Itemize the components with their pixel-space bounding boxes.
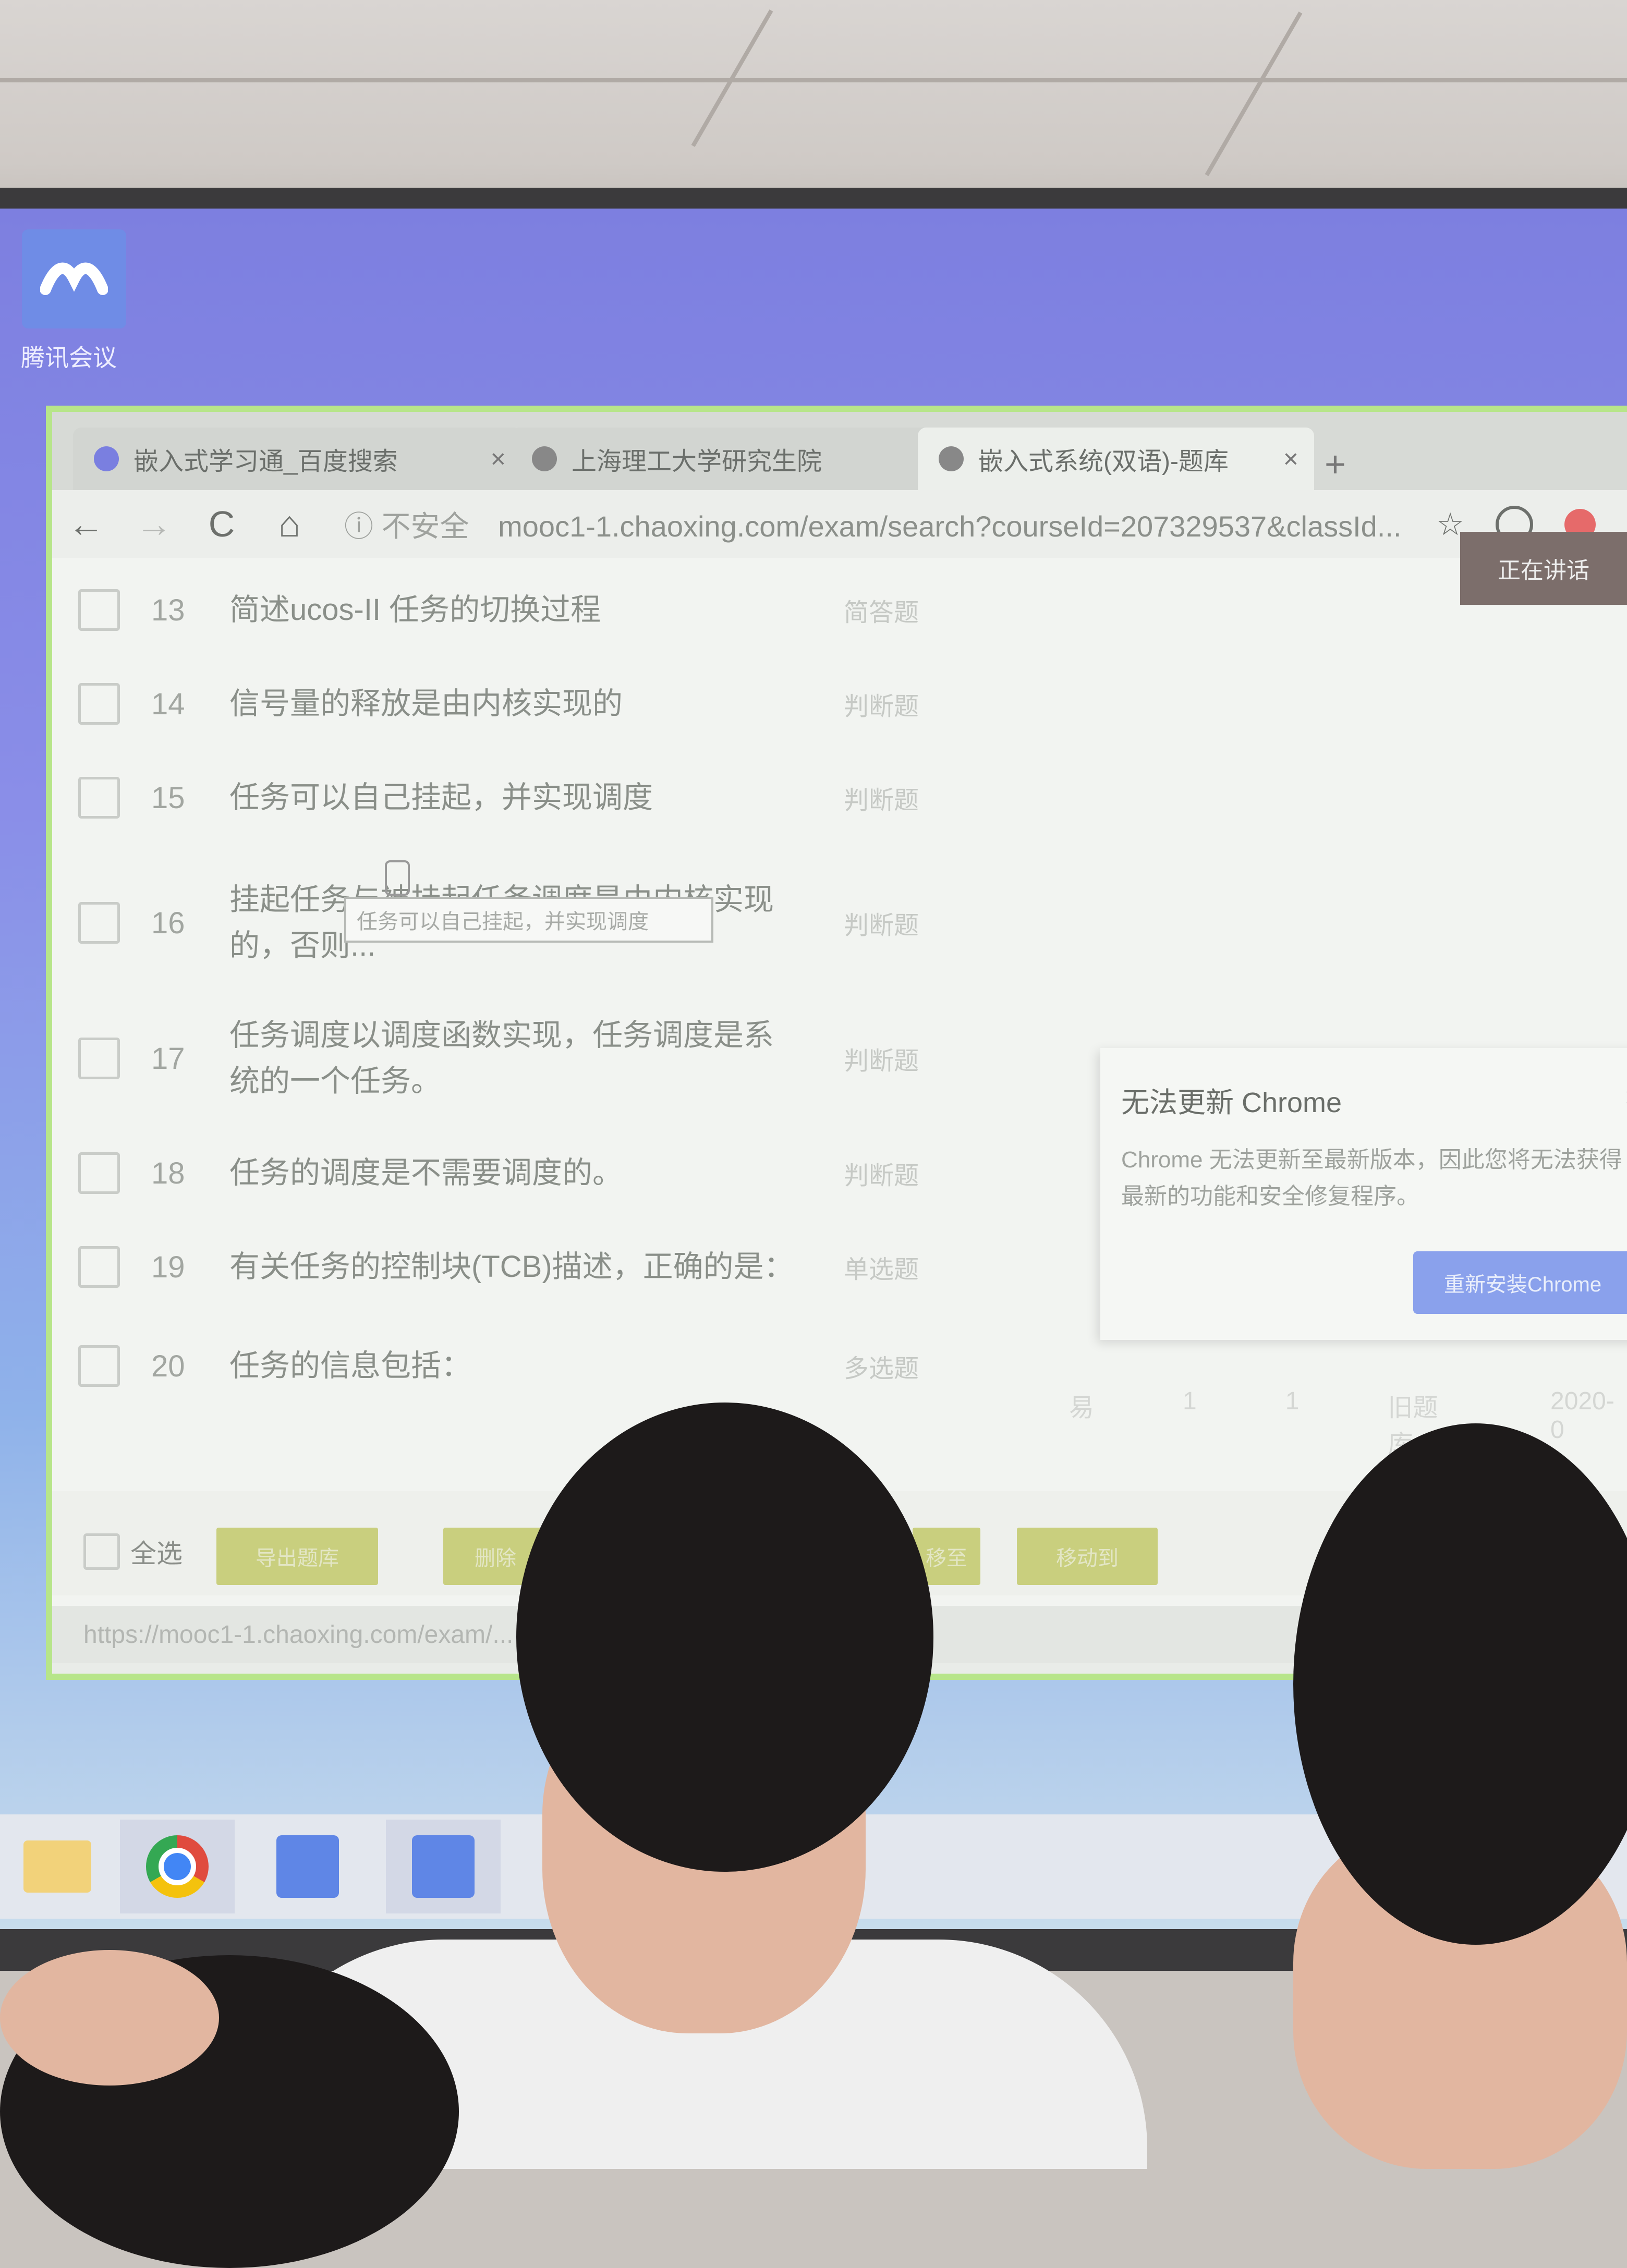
batch-move-button[interactable]: 移动到: [1017, 1528, 1158, 1585]
question-type: 单选题: [843, 1256, 919, 1284]
question-number: 19: [151, 1250, 185, 1284]
count-text: 1: [1285, 1387, 1300, 1415]
question-number: 20: [151, 1349, 185, 1383]
row-checkbox[interactable]: [78, 1345, 120, 1387]
tab-usst-graduate[interactable]: 上海理工大学研究生院 ×: [511, 428, 970, 490]
question-text[interactable]: 有关任务的控制块(TCB)描述，正确的是：: [229, 1244, 803, 1290]
list-app-icon: [276, 1835, 339, 1898]
globe-icon: [939, 446, 964, 471]
close-icon[interactable]: ×: [491, 444, 506, 474]
question-text[interactable]: 任务可以自己挂起，并实现调度: [229, 775, 803, 821]
select-all[interactable]: 全选: [83, 1533, 183, 1570]
taskbar-app[interactable]: [250, 1820, 365, 1913]
close-icon[interactable]: ×: [1283, 444, 1298, 474]
close-icon[interactable]: ×: [1624, 1079, 1627, 1115]
question-text[interactable]: 信号量的释放是由内核实现的: [229, 681, 803, 727]
question-text[interactable]: 任务调度以调度函数实现，任务调度是系统的一个任务。: [229, 1013, 803, 1104]
select-all-checkbox[interactable]: [83, 1533, 120, 1570]
question-row: 20 任务的信息包括： 多选题: [52, 1335, 1069, 1397]
chrome-icon: [146, 1835, 209, 1898]
tab-question-bank[interactable]: 嵌入式系统(双语)-题库 ×: [918, 428, 1314, 490]
taskbar-tencent-meeting[interactable]: [386, 1820, 501, 1913]
question-number: 15: [151, 781, 185, 815]
tab-title: 嵌入式系统(双语)-题库: [978, 448, 1229, 475]
row-checkbox[interactable]: [78, 683, 120, 725]
forward-button[interactable]: →: [120, 503, 188, 545]
taskbar-chrome[interactable]: [120, 1820, 235, 1913]
tencent-meeting-icon: [412, 1835, 475, 1898]
row-checkbox[interactable]: [78, 1152, 120, 1194]
chrome-update-popup: 无法更新 Chrome × Chrome 无法更新至最新版本，因此您将无法获得最…: [1100, 1048, 1627, 1340]
tooltip: 任务可以自己挂起，并实现调度: [344, 897, 713, 943]
insecure-label: ⓘ 不安全: [344, 509, 469, 543]
url-text: mooc1-1.chaoxing.com/exam/search?courseI…: [498, 509, 1402, 543]
question-text[interactable]: 简述ucos-II 任务的切换过程: [229, 587, 803, 633]
address-bar[interactable]: ⓘ 不安全 mooc1-1.chaoxing.com/exam/search?c…: [344, 503, 1401, 545]
question-type: 简答题: [843, 599, 919, 627]
question-type: 判断题: [843, 1047, 919, 1075]
row-checkbox[interactable]: [78, 1038, 120, 1079]
question-row: 13 简述ucos-II 任务的切换过程 简答题: [52, 579, 1069, 641]
question-number: 13: [151, 593, 185, 627]
question-type: 判断题: [843, 787, 919, 814]
question-row: 15 任务可以自己挂起，并实现调度 判断题: [52, 766, 1069, 829]
score-text: 1: [1183, 1387, 1197, 1415]
mouse-cursor: [385, 860, 410, 896]
popup-body: Chrome 无法更新至最新版本，因此您将无法获得最新的功能和安全修复程序。: [1121, 1147, 1622, 1209]
export-button[interactable]: 导出题库: [216, 1528, 378, 1585]
home-button[interactable]: ⌂: [256, 503, 323, 545]
row-checkbox[interactable]: [78, 589, 120, 631]
browser-toolbar: ← → C ⌂ ⓘ 不安全 mooc1-1.chaoxing.com/exam/…: [52, 490, 1627, 558]
ceiling-tile-line: [1205, 11, 1303, 176]
tab-title: 嵌入式学习通_百度搜索: [133, 448, 398, 475]
new-tab-button[interactable]: +: [1325, 443, 1346, 485]
row-checkbox[interactable]: [78, 1246, 120, 1288]
reload-button[interactable]: C: [188, 503, 256, 545]
date-text: 2020-0: [1550, 1387, 1614, 1444]
question-number: 17: [151, 1041, 185, 1076]
question-text[interactable]: 任务的信息包括：: [229, 1343, 803, 1389]
question-row: 19 有关任务的控制块(TCB)描述，正确的是： 单选题: [52, 1236, 1069, 1298]
tencent-meeting-icon[interactable]: [22, 229, 126, 328]
question-type: 判断题: [843, 912, 919, 940]
reinstall-chrome-button[interactable]: 重新安装Chrome: [1413, 1251, 1627, 1314]
select-all-label: 全选: [130, 1539, 183, 1568]
question-text[interactable]: 任务的调度是不需要调度的。: [229, 1150, 803, 1196]
question-row: 17 任务调度以调度函数实现，任务调度是系统的一个任务。 判断题: [52, 1006, 1069, 1111]
desktop-icon-label: 腾讯会议: [21, 344, 117, 371]
back-button[interactable]: ←: [52, 503, 120, 545]
question-type: 判断题: [843, 1162, 919, 1190]
popup-title: 无法更新 Chrome: [1121, 1087, 1342, 1118]
row-checkbox[interactable]: [78, 902, 120, 944]
baidu-paw-icon: [94, 446, 119, 471]
globe-icon: [532, 446, 557, 471]
speaking-badge: 正在讲话: [1460, 532, 1627, 605]
row-checkbox[interactable]: [78, 777, 120, 819]
tab-baidu-search[interactable]: 嵌入式学习通_百度搜索 ×: [73, 428, 521, 490]
ceiling-tile-line: [0, 78, 1627, 82]
question-row: 14 信号量的释放是由内核实现的 判断题: [52, 673, 1069, 735]
question-number: 18: [151, 1156, 185, 1190]
person-hand-left: [0, 1950, 219, 2086]
taskbar-explorer[interactable]: [0, 1820, 115, 1913]
question-type: 判断题: [843, 693, 919, 721]
question-type: 多选题: [843, 1355, 919, 1383]
question-row: 18 任务的调度是不需要调度的。 判断题: [52, 1142, 1069, 1204]
question-number: 14: [151, 687, 185, 721]
tab-bar: 嵌入式学习通_百度搜索 × 上海理工大学研究生院 × 嵌入式系统(双语)-题库 …: [52, 412, 1627, 490]
tab-title: 上海理工大学研究生院: [572, 448, 822, 475]
folder-icon: [23, 1840, 91, 1893]
question-number: 16: [151, 906, 185, 940]
person-head: [516, 1403, 933, 1872]
difficulty-text: 易: [1069, 1394, 1095, 1422]
